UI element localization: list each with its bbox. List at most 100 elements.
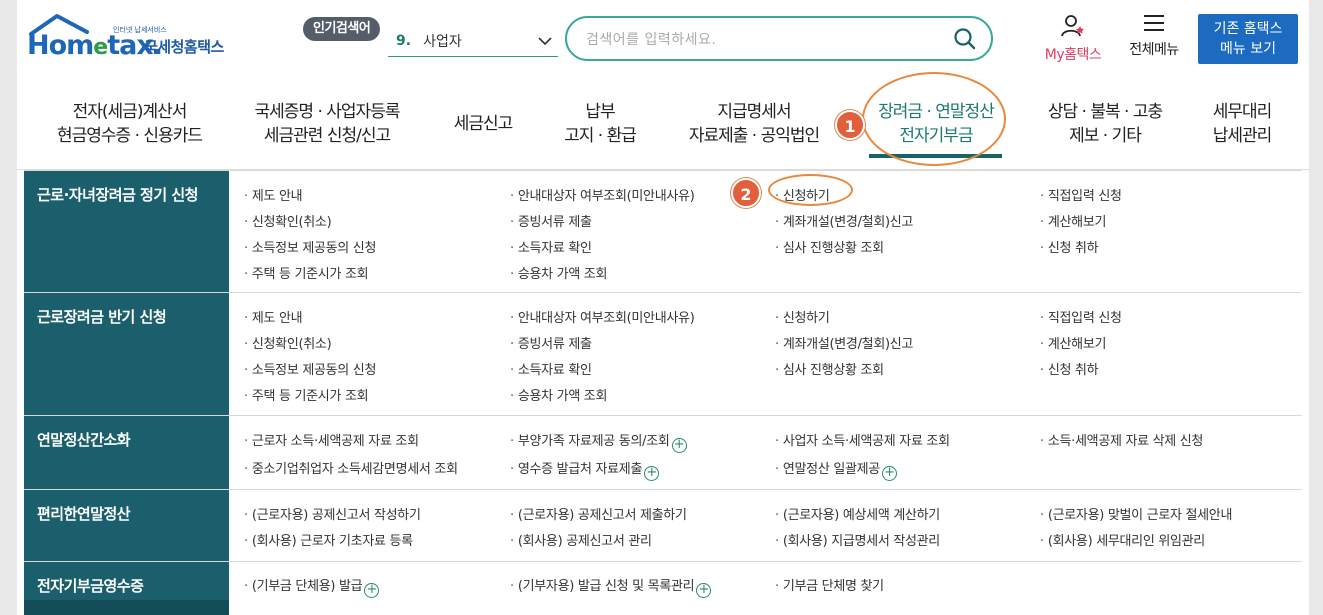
my-hometax-label: My홈택스 [1044,47,1102,63]
menu-link[interactable]: 신청확인(취소) [244,333,332,352]
menu-link[interactable]: 부양가족 자료제공 동의/조회 [510,430,687,453]
menu-link[interactable]: (기부금 단체용) 발급 [244,575,380,598]
plus-icon[interactable] [671,438,687,453]
menu-link[interactable]: (근로자용) 공제신고서 작성하기 [244,504,421,523]
menu-link[interactable]: 중소기업취업자 소득세감면명세서 조회 [244,458,458,477]
callout-1: 1 [835,110,865,140]
section-title-next [24,600,229,615]
menu-link[interactable]: (근로자용) 맞벌이 근로자 절세안내 [1040,504,1233,523]
section-title: 근로장려금 반기 신청 [24,293,229,415]
menu-link[interactable]: 소득자료 확인 [510,237,592,256]
callout-2: 2 [731,178,761,208]
menu-link[interactable]: 소득·세액공제 자료 삭제 신청 [1040,430,1204,449]
popular-rank-term: 사업자 [423,33,462,50]
gnb-payment[interactable]: 납부 고지 · 환급 [551,88,649,160]
menu-link[interactable]: 주택 등 기준시가 조회 [244,385,369,404]
menu-link-label: 영수증 발급처 자료제출 [517,462,643,477]
gnb-label: 지급명세서 [717,102,791,122]
popular-rank-number: 9. [396,32,412,49]
menu-link[interactable]: 근로자 소득·세액공제 자료 조회 [244,430,419,449]
menu-link[interactable]: (회사용) 세무대리인 위임관리 [1040,530,1205,549]
menu-link[interactable]: 기부금 단체명 찾기 [775,575,884,594]
my-hometax-button[interactable]: My홈택스 [1038,14,1108,64]
menu-link[interactable]: 승용차 가액 조회 [510,263,608,282]
menu-link-label: (기부금 단체용) 발급 [251,579,363,594]
menu-link[interactable]: (회사용) 근로자 기초자료 등록 [244,530,413,549]
gnb-tax-agent[interactable]: 세무대리 납세관리 [1202,88,1282,160]
menu-link[interactable]: 안내대상자 여부조회(미안내사유) [510,307,695,326]
main-navigation: 전자(세금)계산서 현금영수증 · 신용카드 국세증명 · 사업자등록 세금관련… [17,88,1309,170]
menu-link[interactable]: 계좌개설(변경/철회)신고 [775,211,914,230]
user-icon [1061,15,1085,37]
chevron-down-icon [538,36,552,45]
menu-link[interactable]: 신청 취하 [1040,237,1099,256]
section-row: 근로장려금 반기 신청 제도 안내 신청확인(취소) 소득정보 제공동의 신청 … [24,292,1302,415]
menu-link[interactable]: 신청 취하 [1040,359,1099,378]
gnb-tax-report[interactable]: 세금신고 [445,88,521,160]
menu-link[interactable]: 승용차 가액 조회 [510,385,608,404]
menu-link[interactable]: 안내대상자 여부조회(미안내사유) [510,185,695,204]
menu-link[interactable]: 연말정산 일괄제공 [775,458,897,481]
menu-link[interactable]: (회사용) 공제신고서 관리 [510,530,652,549]
old-hometax-menu-button[interactable]: 기존 홈택스 메뉴 보기 [1198,14,1298,64]
section-title: 편리한연말정산 [24,490,229,561]
menu-link-label: 부양가족 자료제공 동의/조회 [517,434,670,449]
gnb-e-invoice[interactable]: 전자(세금)계산서 현금영수증 · 신용카드 [47,88,212,160]
search-icon[interactable] [953,27,977,51]
highlight-ring-gnb [862,72,1006,166]
gnb-label: 납부 [585,102,615,122]
menu-link[interactable]: 직접입력 신청 [1040,307,1122,326]
menu-link[interactable]: 소득자료 확인 [510,359,592,378]
menu-link-label: 연말정산 일괄제공 [782,462,880,477]
menu-link[interactable]: 신청하기 [775,307,830,326]
menu-link[interactable]: 제도 안내 [244,307,303,326]
logo-wordmark: Hometax. [27,30,163,61]
menu-link[interactable]: 심사 진행상황 조회 [775,237,884,256]
gnb-consult[interactable]: 상담 · 불복 · 고충 제보 · 기타 [1035,88,1175,160]
menu-link[interactable]: 소득정보 제공동의 신청 [244,359,377,378]
section-row: 근로·자녀장려금 정기 신청 제도 안내 신청확인(취소) 소득정보 제공동의 … [24,170,1302,292]
plus-icon[interactable] [644,466,660,481]
all-menu-button[interactable]: 전체메뉴 [1121,14,1187,59]
menu-link[interactable]: 증빙서류 제출 [510,211,592,230]
menu-link-label: (기부자용) 발급 신청 및 목록관리 [517,579,695,594]
all-menu-label: 전체메뉴 [1129,42,1179,58]
gnb-label: 자료제출 · 공익법인 [688,126,820,146]
gnb-label: 세무대리 [1212,102,1273,122]
gnb-certificate[interactable]: 국세증명 · 사업자등록 세금관련 신청/신고 [242,88,412,160]
menu-link[interactable]: 신청확인(취소) [244,211,332,230]
plus-icon[interactable] [696,583,712,598]
search-input[interactable]: 검색어를 입력하세요. [565,16,993,61]
gnb-label: 상담 · 불복 · 고충 [1047,102,1163,122]
menu-link[interactable]: 계좌개설(변경/철회)신고 [775,333,914,352]
menu-link[interactable]: 계산해보기 [1040,333,1107,352]
menu-link[interactable]: 영수증 발급처 자료제출 [510,458,660,481]
plus-icon[interactable] [364,583,380,598]
menu-link[interactable]: 심사 진행상황 조회 [775,359,884,378]
menu-link[interactable]: 증빙서류 제출 [510,333,592,352]
gnb-label: 납세관리 [1212,126,1273,146]
section-title: 연말정산간소화 [24,416,229,489]
menu-link[interactable]: (근로자용) 공제신고서 제출하기 [510,504,687,523]
hometax-logo[interactable]: 인터넷 납세서비스 Hometax. 국세청홈택스 [27,12,237,68]
section-title: 근로·자녀장려금 정기 신청 [24,171,229,292]
highlight-ring-apply [768,174,853,206]
menu-link[interactable]: 소득정보 제공동의 신청 [244,237,377,256]
menu-link[interactable]: (기부자용) 발급 신청 및 목록관리 [510,575,712,598]
menu-link[interactable]: 주택 등 기준시가 조회 [244,263,369,282]
plus-icon[interactable] [881,466,897,481]
old-btn-line2: 메뉴 보기 [1220,41,1276,57]
menu-link[interactable]: 사업자 소득·세액공제 자료 조회 [775,430,950,449]
menu-link[interactable]: 계산해보기 [1040,211,1107,230]
menu-link[interactable]: (회사용) 지급명세서 작성관리 [775,530,940,549]
menu-link[interactable]: 제도 안내 [244,185,303,204]
gnb-label: 세금신고 [453,114,514,134]
menu-link[interactable]: (근로자용) 예상세액 계산하기 [775,504,940,523]
section-row: 연말정산간소화 근로자 소득·세액공제 자료 조회 중소기업취업자 소득세감면명… [24,415,1302,489]
gnb-label: 전자(세금)계산서 [72,102,188,122]
logo-korean-name: 국세청홈택스 [144,38,224,56]
gnb-payment-statement[interactable]: 지급명세서 자료제출 · 공익법인 [679,88,829,160]
gnb-label: 현금영수증 · 신용카드 [57,126,203,146]
menu-link[interactable]: 직접입력 신청 [1040,185,1122,204]
popular-search-select[interactable]: 9. 사업자 [388,25,558,57]
